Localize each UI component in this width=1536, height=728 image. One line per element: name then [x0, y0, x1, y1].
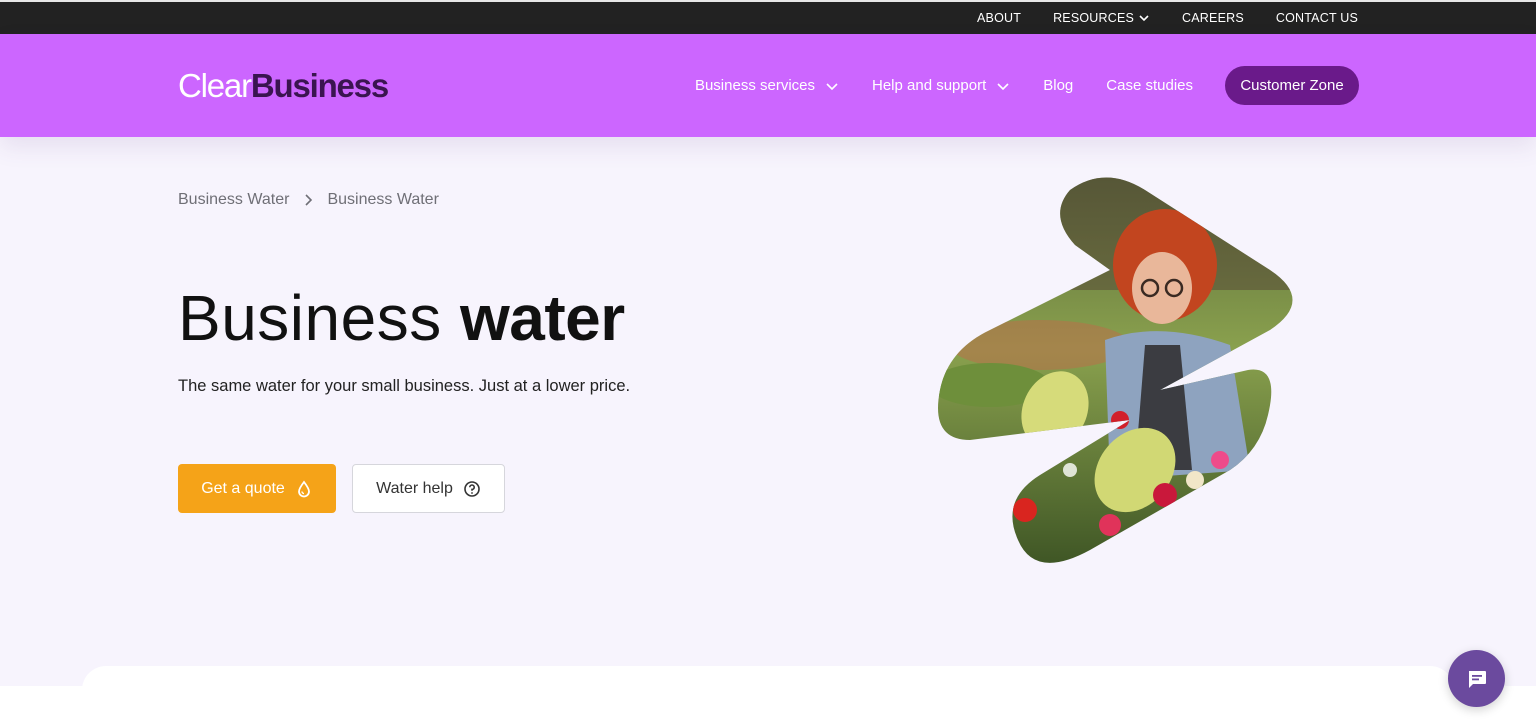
chevron-down-icon	[1139, 15, 1149, 22]
about-link-label: ABOUT	[977, 11, 1022, 25]
hero-image-gardener	[938, 177, 1293, 563]
nav-blog-label: Blog	[1043, 77, 1074, 94]
utility-links: ABOUT RESOURCES CAREERS CONTACT US	[977, 2, 1358, 34]
nav-case-studies[interactable]: Case studies	[1106, 77, 1193, 94]
logo-word-clear: Clear	[178, 67, 252, 104]
resources-link[interactable]: RESOURCES	[1053, 11, 1150, 25]
chat-button[interactable]	[1448, 650, 1505, 707]
chevron-right-icon	[305, 194, 313, 206]
customer-zone-button[interactable]: Customer Zone	[1225, 66, 1359, 105]
chat-icon	[1468, 670, 1486, 688]
breadcrumb-item-parent[interactable]: Business Water	[178, 191, 289, 209]
page-title: Business water	[178, 280, 625, 356]
water-help-button-label: Water help	[376, 479, 453, 497]
nav-case-studies-label: Case studies	[1106, 77, 1193, 94]
main-header: ClearBusiness Business services Help and…	[0, 34, 1536, 137]
chevron-down-icon	[826, 82, 838, 90]
chevron-down-icon	[997, 82, 1009, 90]
page-title-bold: water	[459, 282, 625, 354]
clear-business-logo[interactable]: ClearBusiness	[178, 67, 389, 104]
get-a-quote-button-label: Get a quote	[201, 479, 285, 497]
water-help-button[interactable]: Water help	[352, 464, 505, 513]
hero-subtitle: The same water for your small business. …	[178, 377, 631, 395]
question-circle-icon	[464, 480, 480, 497]
page-title-light: Business	[178, 282, 442, 354]
nav-business-services[interactable]: Business services	[695, 77, 839, 94]
nav-help-and-support[interactable]: Help and support	[872, 77, 1010, 94]
resources-link-label: RESOURCES	[1053, 11, 1135, 25]
content-card-top	[82, 666, 1454, 728]
get-a-quote-button[interactable]: Get a quote	[178, 464, 336, 513]
contact-us-link-label: CONTACT US	[1275, 11, 1358, 25]
nav-business-services-label: Business services	[694, 77, 815, 94]
water-drop-icon	[297, 480, 310, 497]
contact-us-link[interactable]: CONTACT US	[1276, 11, 1358, 25]
nav-blog[interactable]: Blog	[1043, 77, 1073, 94]
about-link[interactable]: ABOUT	[977, 11, 1021, 25]
nav-help-and-support-label: Help and support	[872, 77, 987, 94]
breadcrumb: Business Water Business Water	[178, 191, 439, 209]
breadcrumb-item-current: Business Water	[327, 191, 439, 208]
main-nav: Business services Help and support Blog …	[662, 66, 1359, 105]
careers-link[interactable]: CAREERS	[1182, 11, 1244, 25]
top-utility-bar: ABOUT RESOURCES CAREERS CONTACT US	[0, 0, 1536, 34]
customer-zone-button-label: Customer Zone	[1240, 77, 1344, 94]
logo-word-business: Business	[250, 67, 389, 104]
careers-link-label: CAREERS	[1182, 11, 1244, 25]
